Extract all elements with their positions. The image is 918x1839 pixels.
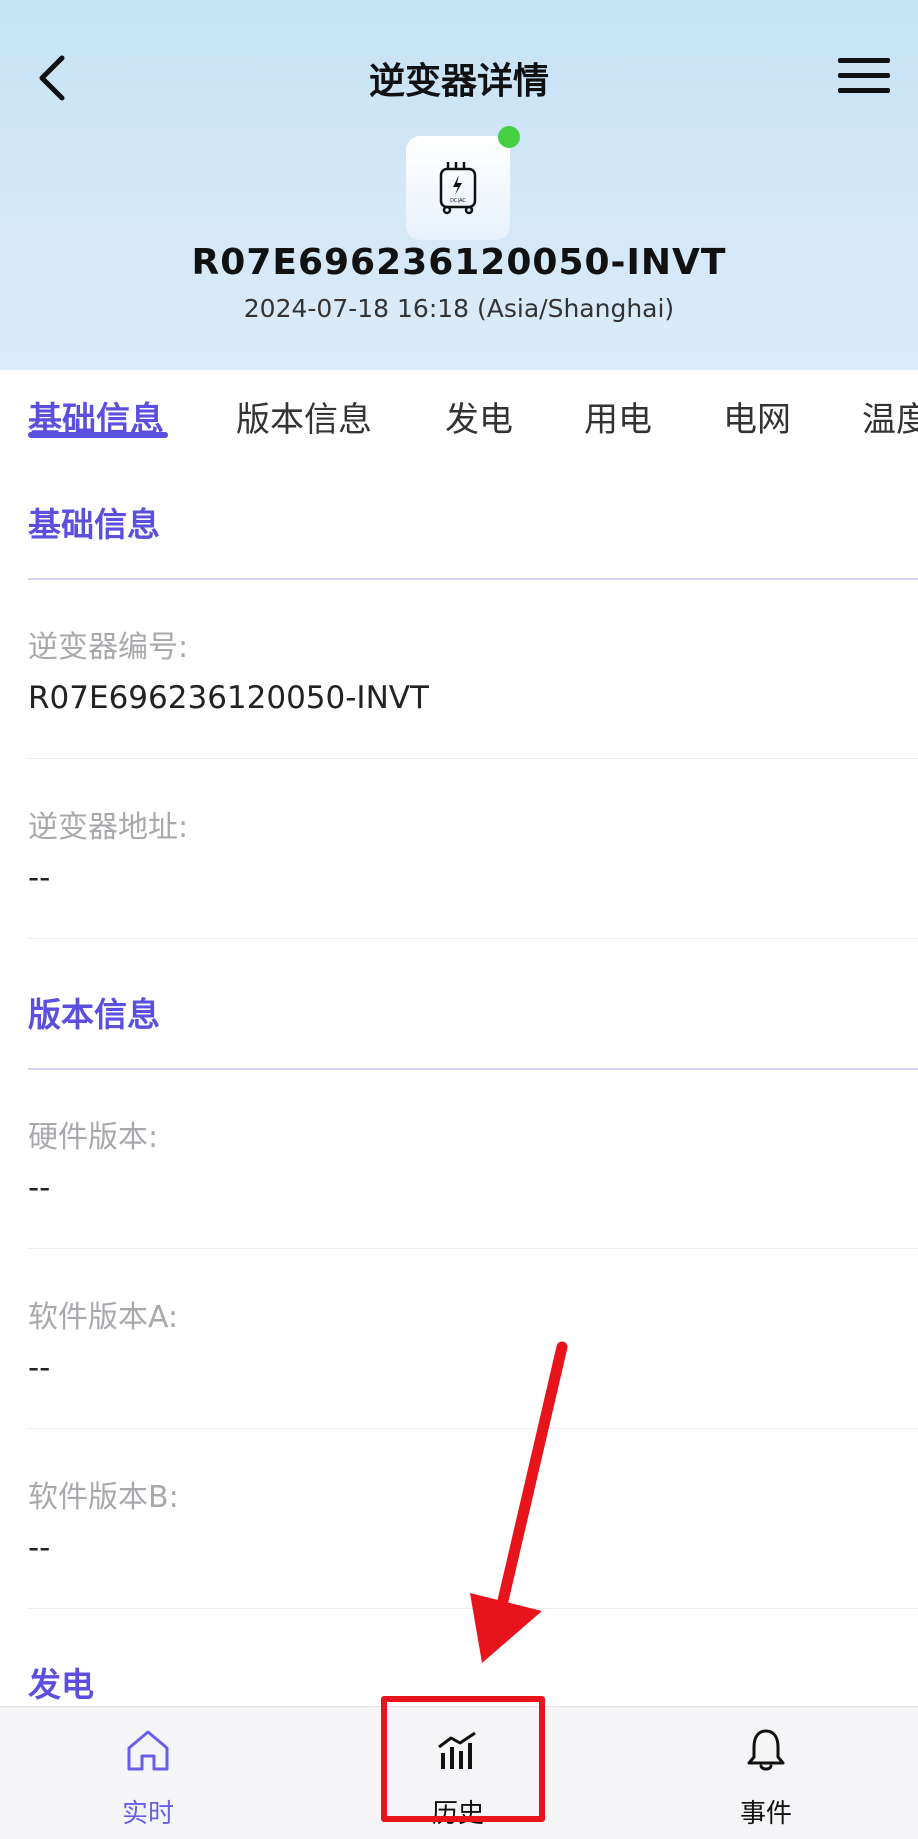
device-id: R07E696236120050-INVT — [191, 242, 727, 283]
field-label-inverter-address: 逆变器地址: — [28, 810, 189, 845]
field-label-hardware-version: 硬件版本: — [28, 1120, 159, 1155]
highlight-box — [381, 1696, 545, 1822]
tab-bar: 基础信息 版本信息 发电 用电 电网 温度 — [0, 370, 918, 450]
section-title-generation: 发电 — [28, 1665, 94, 1704]
header: 逆变器详情 DC|AC R07E696236120050-INVT 2024-0… — [0, 0, 918, 370]
tab-generation[interactable]: 发电 — [445, 392, 513, 441]
field-value-hardware-version: -- — [28, 1170, 51, 1206]
field-value-software-version-b: -- — [28, 1530, 51, 1566]
home-icon — [127, 1730, 169, 1771]
red-arrow-annotation — [470, 1341, 568, 1663]
section-title-basic: 基础信息 — [28, 505, 160, 544]
inverter-icon-label: DC|AC — [450, 198, 466, 204]
active-tab-indicator — [28, 432, 168, 438]
hamburger-menu-icon — [838, 58, 890, 93]
online-status-dot — [498, 126, 520, 148]
field-value-software-version-a: -- — [28, 1350, 51, 1386]
bell-icon — [747, 1729, 785, 1771]
device-avatar: DC|AC — [406, 136, 510, 240]
nav-item-realtime[interactable]: 实时 — [48, 1707, 248, 1839]
section-divider — [28, 1068, 918, 1070]
nav-label-events: 事件 — [739, 1799, 792, 1829]
tab-grid[interactable]: 电网 — [723, 392, 791, 441]
row-divider — [28, 938, 918, 939]
field-label-software-version-a: 软件版本A: — [28, 1300, 179, 1335]
row-divider — [28, 758, 918, 759]
device-timestamp: 2024-07-18 16:18 (Asia/Shanghai) — [243, 294, 675, 323]
field-value-inverter-address: -- — [28, 860, 51, 896]
inverter-icon: DC|AC — [439, 162, 477, 215]
row-divider — [28, 1248, 918, 1249]
nav-item-events[interactable]: 事件 — [666, 1707, 866, 1839]
field-value-inverter-number: R07E696236120050-INVT — [28, 680, 429, 716]
nav-label-realtime: 实时 — [121, 1799, 174, 1829]
field-label-inverter-number: 逆变器编号: — [28, 630, 189, 665]
page-title: 逆变器详情 — [368, 61, 549, 102]
tab-consumption[interactable]: 用电 — [584, 392, 652, 441]
section-title-version: 版本信息 — [28, 995, 160, 1034]
tab-temperature[interactable]: 温度 — [862, 392, 918, 441]
section-divider — [28, 578, 918, 580]
menu-button[interactable] — [836, 56, 892, 96]
field-label-software-version-b: 软件版本B: — [28, 1480, 179, 1515]
tab-version-info[interactable]: 版本信息 — [236, 392, 372, 441]
